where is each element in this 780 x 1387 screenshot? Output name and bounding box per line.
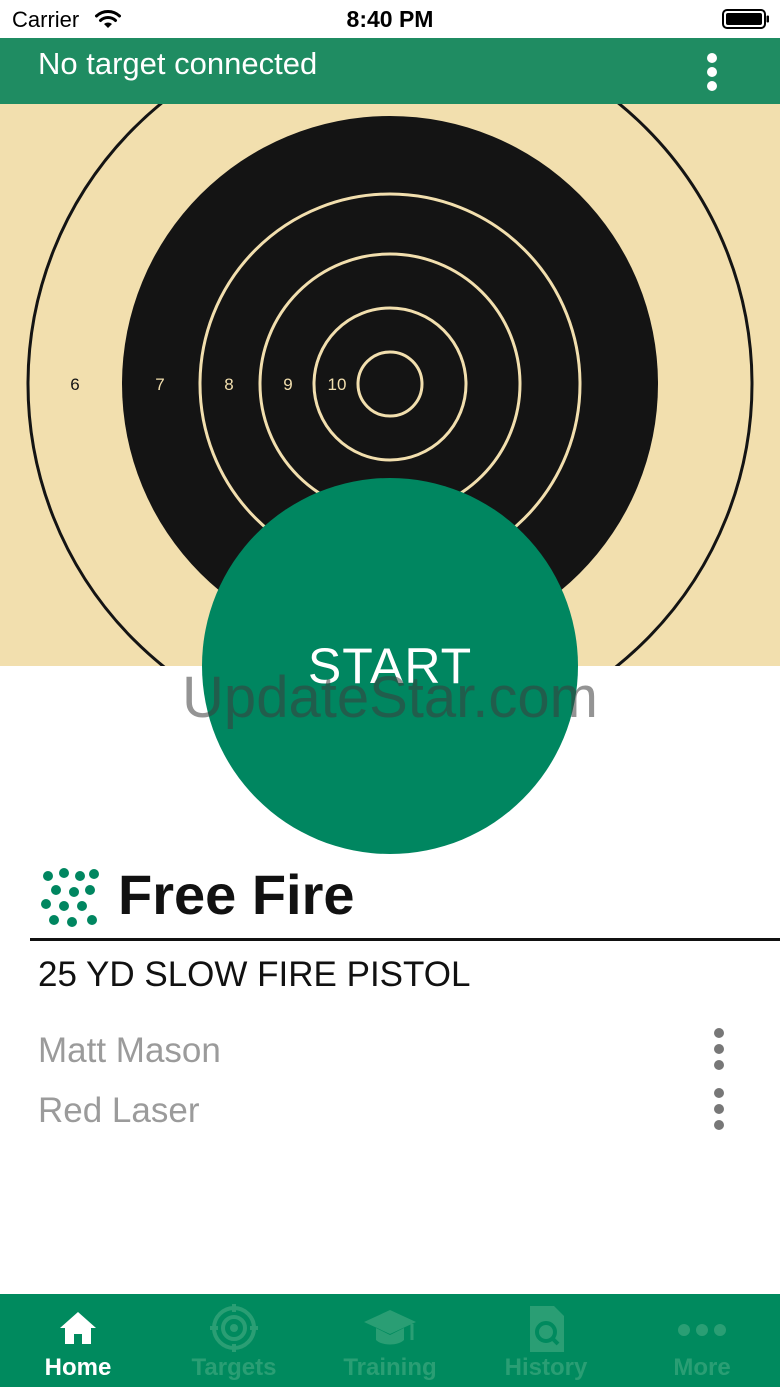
battery-icon — [722, 9, 769, 29]
tab-home[interactable]: Home — [0, 1294, 156, 1387]
graduation-cap-icon — [364, 1310, 416, 1345]
more-vertical-icon[interactable] — [700, 50, 724, 94]
connection-status-title: No target connected — [38, 46, 318, 81]
mode-title: Free Fire — [118, 863, 355, 926]
start-button[interactable]: START — [202, 478, 578, 854]
ring-label-10: 10 — [328, 375, 347, 394]
tab-label: Training — [343, 1354, 437, 1381]
tab-label: More — [673, 1354, 731, 1381]
tab-targets[interactable]: Targets — [156, 1294, 312, 1387]
status-time: 8:40 PM — [346, 6, 434, 32]
status-bar: Carrier 8:40 PM — [0, 0, 780, 38]
tab-history[interactable]: History — [468, 1294, 624, 1387]
target-icon — [210, 1304, 258, 1352]
app-header: No target connected — [0, 38, 780, 104]
more-vertical-icon[interactable] — [708, 1085, 730, 1135]
ring-label-6: 6 — [70, 375, 79, 394]
tab-bar: Home Targets Training History More — [0, 1294, 780, 1387]
ring-label-7: 7 — [155, 375, 164, 394]
ring-label-8: 8 — [224, 375, 233, 394]
home-icon — [60, 1312, 96, 1344]
tab-label: Targets — [191, 1354, 277, 1381]
list-item-laser[interactable]: Red Laser — [0, 1085, 780, 1141]
tab-more[interactable]: More — [624, 1294, 780, 1387]
tab-label: Home — [44, 1354, 112, 1381]
start-button-label: START — [307, 638, 473, 694]
more-horizontal-icon — [678, 1324, 726, 1336]
divider — [30, 938, 780, 941]
course-name: 25 YD SLOW FIRE PISTOL — [38, 955, 471, 994]
tab-training[interactable]: Training — [312, 1294, 468, 1387]
shot-group-icon — [41, 868, 99, 927]
more-vertical-icon[interactable] — [708, 1025, 730, 1075]
tab-label: History — [504, 1354, 588, 1381]
ring-label-9: 9 — [283, 375, 292, 394]
list-item-shooter[interactable]: Matt Mason — [0, 1025, 780, 1081]
shooter-name: Matt Mason — [38, 1031, 221, 1070]
history-file-icon — [530, 1306, 564, 1352]
laser-name: Red Laser — [38, 1091, 200, 1130]
